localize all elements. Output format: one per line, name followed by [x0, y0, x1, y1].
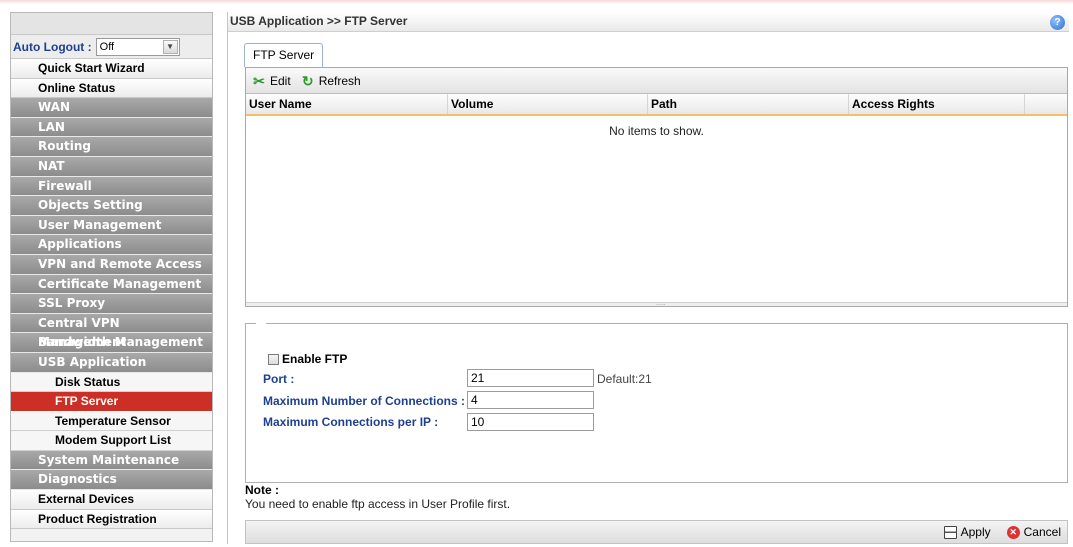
- sidebar-item-vpn-and-remote-access[interactable]: VPN and Remote Access: [11, 254, 212, 275]
- sidebar-item-modem-support-list[interactable]: Modem Support List: [11, 431, 212, 451]
- grip-icon: .....: [656, 300, 666, 307]
- cancel-label: Cancel: [1023, 525, 1061, 539]
- main-content: USB Application >> FTP Server ? FTP Serv…: [227, 12, 1069, 544]
- column-user-name[interactable]: User Name: [246, 94, 448, 114]
- sidebar-item-product-registration[interactable]: Product Registration: [11, 509, 212, 530]
- max-connections-per-ip-label: Maximum Connections per IP :: [263, 415, 439, 429]
- grid-header: User Name Volume Path Access Rights: [246, 94, 1067, 116]
- column-spacer: [1025, 94, 1067, 114]
- help-icon[interactable]: ?: [1050, 15, 1065, 30]
- form-legend: [256, 323, 266, 324]
- auto-logout-select[interactable]: Off ▼: [95, 37, 180, 56]
- top-accent-line: [0, 0, 1073, 4]
- column-access-rights[interactable]: Access Rights: [849, 94, 1025, 114]
- max-connections-per-ip-input[interactable]: 10: [467, 413, 594, 431]
- port-label: Port :: [263, 372, 295, 386]
- save-icon: [943, 525, 957, 539]
- tab-ftp-server[interactable]: FTP Server: [244, 43, 324, 67]
- note-text: You need to enable ftp access in User Pr…: [245, 497, 511, 511]
- sidebar-item-disk-status[interactable]: Disk Status: [11, 372, 212, 393]
- grid-toolbar: ✂ Edit ↻ Refresh: [246, 68, 1067, 94]
- apply-label: Apply: [960, 525, 991, 539]
- sidebar-item-central-vpn-management[interactable]: Central VPN Management: [11, 313, 212, 349]
- apply-button[interactable]: Apply: [943, 525, 991, 539]
- sidebar-item-wan[interactable]: WAN: [11, 98, 212, 118]
- auto-logout-label: Auto Logout :: [13, 39, 92, 54]
- sidebar: Auto Logout : Off ▼ Quick Start Wizard On…: [10, 12, 213, 542]
- sidebar-item-diagnostics[interactable]: Diagnostics: [11, 470, 212, 491]
- edit-label: Edit: [270, 73, 291, 88]
- action-bar: Apply ✕ Cancel: [245, 520, 1068, 544]
- ftp-users-grid: ✂ Edit ↻ Refresh User Name Volume Path A…: [245, 67, 1068, 307]
- refresh-button[interactable]: ↻ Refresh: [301, 74, 361, 88]
- sidebar-item-user-management[interactable]: User Management: [11, 215, 212, 236]
- sidebar-menu: Quick Start Wizard Online Status WAN LAN Rou…: [11, 59, 212, 530]
- sidebar-item-lan[interactable]: LAN: [11, 117, 212, 138]
- refresh-icon: ↻: [301, 72, 314, 89]
- enable-ftp-checkbox[interactable]: [268, 353, 279, 365]
- empty-message: No items to show.: [609, 124, 704, 138]
- auto-logout-row: Auto Logout : Off ▼: [11, 35, 212, 59]
- breadcrumb: USB Application >> FTP Server ?: [228, 12, 1069, 32]
- sidebar-item-objects-setting[interactable]: Objects Setting: [11, 196, 212, 216]
- column-volume[interactable]: Volume: [448, 94, 648, 114]
- sidebar-item-nat[interactable]: NAT: [11, 156, 212, 177]
- cancel-button[interactable]: ✕ Cancel: [1006, 525, 1061, 539]
- breadcrumb-text: USB Application >> FTP Server: [230, 14, 408, 28]
- sidebar-item-usb-application[interactable]: USB Application: [11, 352, 212, 373]
- sidebar-item-temperature-sensor[interactable]: Temperature Sensor: [11, 411, 212, 432]
- sidebar-item-external-devices[interactable]: External Devices: [11, 490, 212, 510]
- enable-ftp-row: Enable FTP: [268, 352, 347, 366]
- enable-ftp-label: Enable FTP: [282, 352, 348, 366]
- edit-button[interactable]: ✂ Edit: [252, 74, 291, 88]
- max-conn-ip-label-row: Maximum Connections per IP :: [263, 415, 438, 429]
- max-connections-label: Maximum Number of Connections :: [263, 394, 466, 408]
- port-label-row: Port :: [263, 372, 294, 386]
- max-connections-input[interactable]: 4: [467, 391, 594, 409]
- edit-icon: ✂: [253, 72, 265, 89]
- sidebar-item-applications[interactable]: Applications: [11, 235, 212, 255]
- port-default-hint: Default:21: [597, 372, 652, 386]
- sidebar-item-firewall[interactable]: Firewall: [11, 176, 212, 197]
- sidebar-item-certificate-management[interactable]: Certificate Management: [11, 274, 212, 295]
- sidebar-item-bandwidth-management[interactable]: Bandwidth Management: [11, 333, 212, 353]
- sidebar-header: [11, 13, 212, 35]
- auto-logout-value: Off: [99, 40, 115, 53]
- sidebar-item-ftp-server[interactable]: FTP Server: [11, 392, 212, 412]
- ftp-settings-form: Enable FTP Port : 21 Default:21 Maximum …: [245, 323, 1068, 483]
- refresh-label: Refresh: [318, 73, 361, 88]
- sidebar-item-online-status[interactable]: Online Status: [11, 78, 212, 99]
- sidebar-item-system-maintenance[interactable]: System Maintenance: [11, 450, 212, 471]
- resize-handle[interactable]: .....: [246, 300, 1067, 307]
- port-input[interactable]: 21: [467, 369, 594, 387]
- column-path[interactable]: Path: [648, 94, 849, 114]
- max-conn-label-row: Maximum Number of Connections :: [263, 394, 465, 408]
- cancel-icon: ✕: [1006, 525, 1020, 539]
- chevron-down-icon[interactable]: ▼: [162, 39, 178, 54]
- sidebar-item-ssl-proxy[interactable]: SSL Proxy: [11, 294, 212, 314]
- note-title: Note :: [245, 483, 279, 497]
- sidebar-item-quick-start-wizard[interactable]: Quick Start Wizard: [11, 59, 212, 79]
- sidebar-item-routing[interactable]: Routing: [11, 137, 212, 157]
